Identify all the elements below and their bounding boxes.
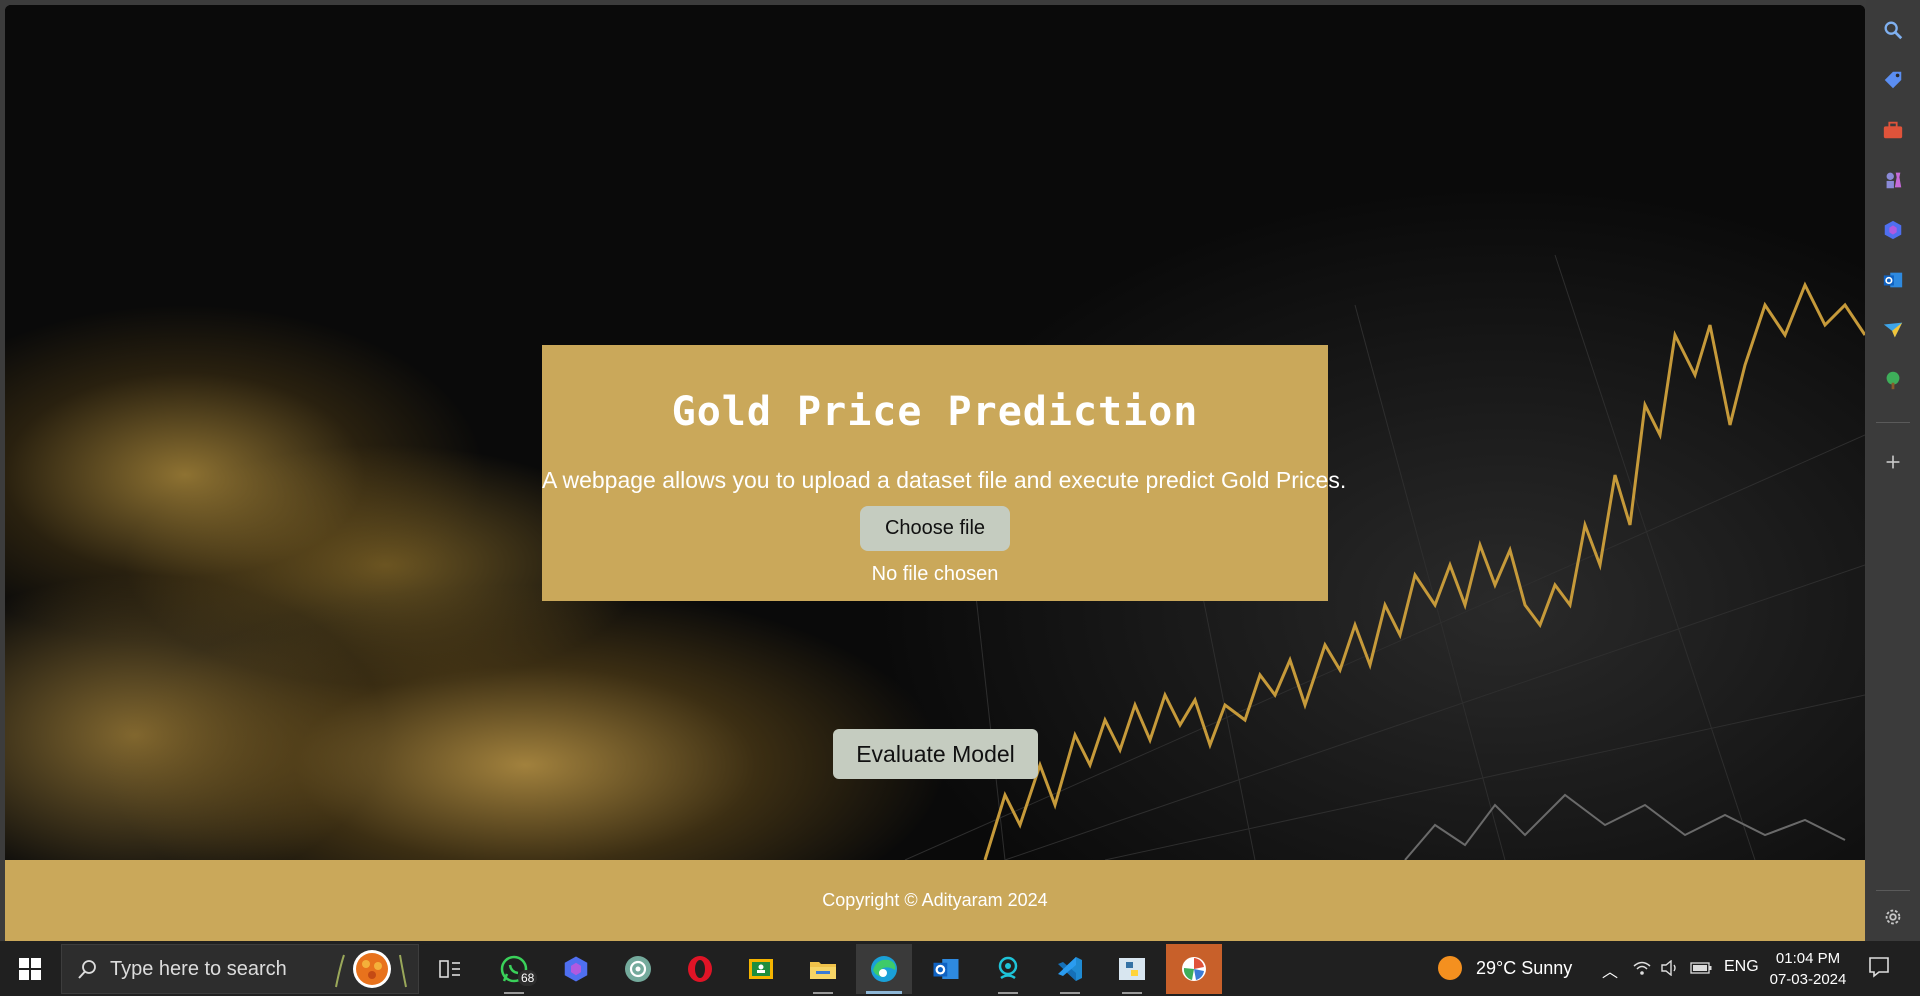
- clock-time: 01:04 PM: [1775, 950, 1841, 967]
- gear-icon[interactable]: [1878, 902, 1908, 932]
- copilot-icon[interactable]: [1878, 215, 1908, 245]
- whatsapp-icon[interactable]: [486, 944, 542, 994]
- sidebar-divider: [1876, 422, 1910, 423]
- clock-date: 07-03-2024: [1769, 971, 1847, 988]
- browser-viewport: Gold Price Prediction A webpage allows y…: [5, 5, 1865, 941]
- whatsapp-badge: 68: [518, 970, 538, 986]
- browser-sidebar: [1866, 0, 1920, 941]
- evaluate-model-button[interactable]: Evaluate Model: [833, 729, 1038, 779]
- outlook-icon[interactable]: [1878, 265, 1908, 295]
- task-view-icon[interactable]: [422, 944, 478, 994]
- weather-widget[interactable]: 29°C Sunny: [1438, 956, 1572, 980]
- taskbar-search-box[interactable]: Type here to search: [61, 944, 419, 994]
- chevron-up-icon[interactable]: ︿: [1602, 958, 1618, 982]
- plus-icon[interactable]: [1878, 447, 1908, 477]
- windows-logo-icon: [19, 957, 41, 980]
- tree-icon[interactable]: [1878, 365, 1908, 395]
- sidebar-divider: [1876, 890, 1910, 891]
- page-subtitle: A webpage allows you to upload a dataset…: [542, 467, 1347, 493]
- search-placeholder: Type here to search: [110, 958, 287, 980]
- volume-icon[interactable]: [1660, 960, 1680, 976]
- page-title: Gold Price Prediction: [671, 389, 1199, 435]
- opera-icon[interactable]: [672, 944, 728, 994]
- language-indicator[interactable]: ENG: [1724, 958, 1759, 976]
- footer: Copyright © Adityaram 2024: [5, 860, 1865, 941]
- upload-card: Gold Price Prediction A webpage allows y…: [542, 345, 1347, 601]
- wifi-icon[interactable]: [1633, 960, 1651, 976]
- copilot-icon[interactable]: [548, 944, 604, 994]
- snipping-icon[interactable]: [980, 944, 1036, 994]
- app-icon[interactable]: [1166, 944, 1222, 994]
- tag-icon[interactable]: [1878, 65, 1908, 95]
- copyright-text: Copyright © Adityaram 2024: [822, 890, 1048, 910]
- search-highlight-art-icon: [335, 950, 407, 988]
- clock[interactable]: 01:04 PM 07-03-2024: [1765, 948, 1851, 990]
- taskbar: Type here to search 68 29°C Sunny ︿ ENG …: [0, 941, 1920, 996]
- hero-background: Gold Price Prediction A webpage allows y…: [5, 5, 1865, 860]
- python-idle-icon[interactable]: [1104, 944, 1160, 994]
- telegram-icon[interactable]: [1878, 315, 1908, 345]
- file-explorer-icon[interactable]: [795, 944, 851, 994]
- windows-start-button[interactable]: [0, 941, 60, 996]
- battery-icon[interactable]: [1690, 962, 1712, 974]
- weather-text: 29°C Sunny: [1476, 957, 1573, 978]
- chatgpt-icon[interactable]: [610, 944, 666, 994]
- file-status-text: No file chosen: [871, 563, 999, 585]
- choose-file-button[interactable]: Choose file: [859, 506, 1011, 551]
- edge-icon[interactable]: [856, 944, 912, 994]
- chess-icon[interactable]: [1878, 165, 1908, 195]
- search-icon: [78, 960, 96, 979]
- toolbox-icon[interactable]: [1878, 115, 1908, 145]
- outlook-icon[interactable]: [918, 944, 974, 994]
- vscode-icon[interactable]: [1042, 944, 1098, 994]
- search-icon[interactable]: [1878, 15, 1908, 45]
- classroom-icon[interactable]: [733, 944, 789, 994]
- notification-icon[interactable]: [1867, 955, 1891, 979]
- sun-icon: [1438, 956, 1462, 980]
